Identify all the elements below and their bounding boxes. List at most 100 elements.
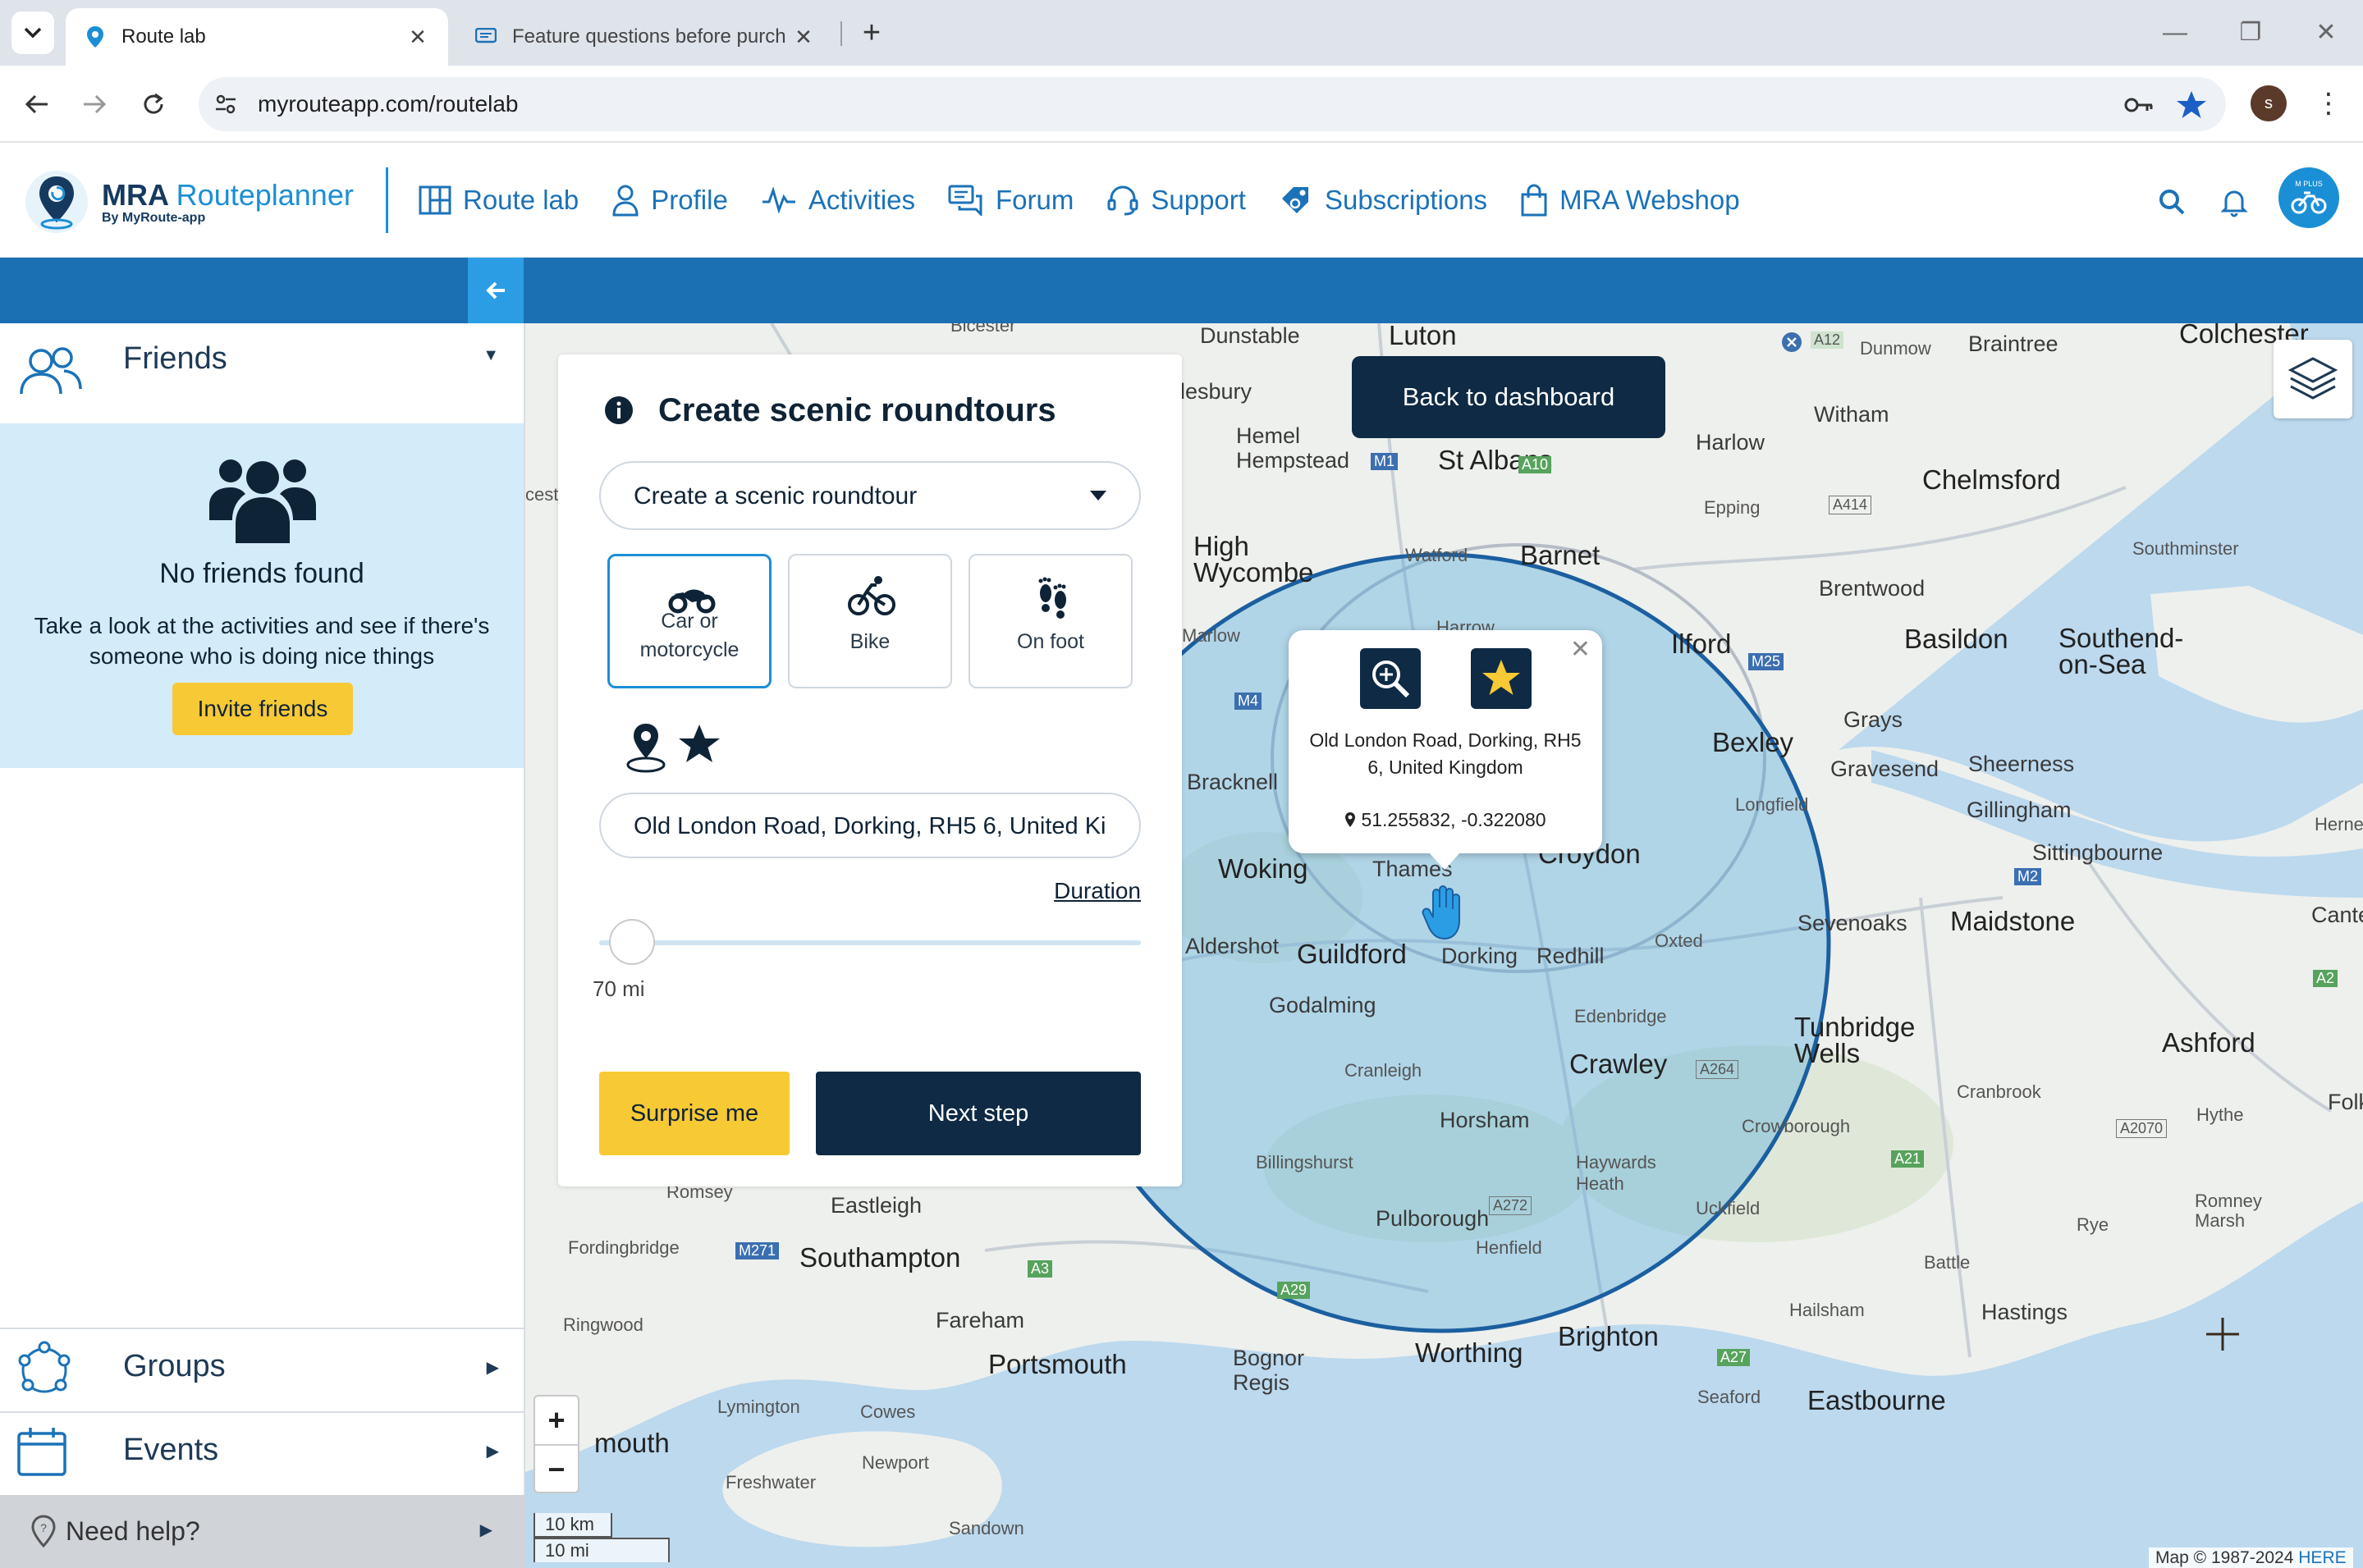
tab-route-lab[interactable]: Route lab ✕ [66, 8, 448, 66]
mra-logo[interactable]: MRA Routeplanner By MyRoute-app [23, 167, 359, 236]
nav-forum[interactable]: Forum [948, 185, 1074, 216]
map-place-label: Chelmsford [1922, 464, 2061, 495]
map-place-label: Brighton [1558, 1321, 1659, 1351]
distance-slider-track[interactable] [599, 940, 1141, 945]
header-divider [386, 167, 388, 233]
road-shield: M4 [1234, 693, 1262, 710]
surprise-me-button[interactable]: Surprise me [599, 1072, 790, 1155]
nav-activities[interactable]: Activities [761, 185, 915, 216]
window-close-icon[interactable]: ✕ [2301, 16, 2351, 49]
collapse-sidebar-button[interactable] [468, 258, 524, 323]
duration-toggle-link[interactable]: Duration [1054, 878, 1141, 904]
map-place-label: Harlow [1696, 430, 1765, 455]
here-link[interactable]: HERE [2298, 1548, 2346, 1567]
caret-right-icon: ▶ [486, 1359, 499, 1377]
vehicle-bike[interactable]: Bike [788, 554, 952, 688]
reload-icon[interactable] [133, 84, 174, 125]
search-icon[interactable] [2155, 185, 2188, 218]
map-place-label: Billingshurst [1256, 1152, 1353, 1173]
info-icon[interactable] [604, 395, 634, 425]
arrow-left-icon [486, 281, 505, 299]
users-group-icon [209, 459, 316, 543]
minimize-icon[interactable]: — [2150, 16, 2200, 49]
tag-icon [1281, 187, 1308, 213]
map-place-label: Worthing [1415, 1337, 1523, 1368]
zoom-in-button[interactable]: + [535, 1397, 578, 1444]
url-bar[interactable]: myrouteapp.com/routelab [199, 77, 2226, 131]
caret-right-icon: ▶ [479, 1521, 492, 1539]
vehicle-car-motorcycle[interactable]: Car or motorcycle [607, 554, 772, 688]
map-place-label: Crowborough [1742, 1116, 1851, 1136]
nav-route-lab[interactable]: Route lab [419, 185, 579, 216]
vehicle-on-foot[interactable]: On foot [969, 554, 1133, 688]
invite-friends-button[interactable]: Invite friends [172, 683, 353, 735]
map-place-label: Southampton [799, 1242, 961, 1273]
map-place-label: Hemel Hempstead [1236, 423, 1350, 473]
motorcycle-badge-icon: M PLUS [2291, 180, 2327, 214]
road-shield: M25 [1748, 653, 1784, 670]
map-place-label: Hastings [1981, 1300, 2068, 1324]
star-icon [1482, 660, 1520, 695]
close-icon[interactable]: ✕ [1570, 635, 1591, 664]
road-shield: A272 [1489, 1196, 1532, 1215]
nav-mra-webshop[interactable]: MRA Webshop [1520, 184, 1740, 217]
map-pin-icon [84, 25, 107, 48]
app-header: MRA Routeplanner By MyRoute-app Route la… [0, 143, 2363, 258]
tab-title: Route lab [121, 25, 206, 48]
zoom-to-location-button[interactable] [1360, 648, 1421, 709]
map-place-label: Bracknell [1187, 770, 1279, 794]
map-place-label: Cowes [860, 1401, 916, 1422]
sidebar: Friends ▼ No friends found Take a look a… [0, 323, 525, 1568]
favourites-star-icon[interactable] [676, 722, 722, 768]
map-place-label: Braintree [1968, 331, 2058, 356]
shopping-bag-icon [1521, 184, 1547, 217]
need-help-row[interactable]: ? Need help? ▶ [0, 1495, 525, 1568]
bell-icon[interactable] [2218, 185, 2251, 218]
caret-right-icon: ▶ [486, 1442, 499, 1461]
browser-tab-strip: Route lab ✕ Feature questions before pur… [0, 0, 2363, 66]
close-icon[interactable]: ✕ [791, 25, 816, 50]
distance-slider-thumb[interactable] [609, 919, 655, 965]
more-menu-icon[interactable]: ⋮ [2315, 84, 2342, 125]
sidebar-events-row[interactable]: Events ▶ [0, 1413, 524, 1495]
password-key-icon[interactable] [2123, 90, 2155, 120]
site-settings-icon[interactable] [210, 89, 241, 120]
tab-feature-questions[interactable]: Feature questions before purch ✕ [456, 8, 834, 66]
back-arrow-icon[interactable] [16, 84, 57, 125]
map-place-label: Southminster [2132, 538, 2239, 559]
nav-support[interactable]: Support [1106, 184, 1246, 217]
map-layers-button[interactable] [2274, 340, 2352, 418]
close-icon[interactable]: ✕ [405, 25, 430, 50]
restore-icon[interactable]: ❐ [2226, 16, 2275, 49]
map-place-label: Ilford [1671, 629, 1732, 659]
map-place-label: Portsmouth [988, 1349, 1127, 1379]
map-pin-marker-icon[interactable] [1781, 331, 1802, 353]
tab-search-button[interactable] [11, 11, 54, 54]
map-place-label: Luton [1389, 323, 1457, 350]
map-place-label: Oxted [1655, 930, 1703, 951]
road-shield: A2 [2313, 970, 2338, 987]
drag-hand-icon[interactable] [1422, 885, 1464, 942]
sidebar-groups-row[interactable]: Groups ▶ [0, 1329, 524, 1411]
nav-profile[interactable]: Profile [611, 184, 728, 217]
tab-separator [840, 21, 842, 46]
favourite-location-button[interactable] [1471, 648, 1532, 709]
browser-profile-avatar[interactable]: s [2251, 85, 2287, 121]
zoom-out-button[interactable]: − [535, 1446, 578, 1493]
map-place-label: Watford [1405, 545, 1468, 565]
sidebar-friends-header[interactable]: Friends ▼ [0, 323, 524, 423]
current-location-pin-icon[interactable] [624, 720, 668, 775]
scale-mi: 10 mi [534, 1538, 670, 1562]
back-to-dashboard-button[interactable]: Back to dashboard [1352, 356, 1665, 438]
roundtour-type-select[interactable]: Create a scenic roundtour [599, 461, 1141, 530]
bookmark-star-icon[interactable] [2175, 89, 2208, 121]
start-location-input[interactable]: Old London Road, Dorking, RH5 6, United … [599, 793, 1141, 858]
logo-subtitle: By MyRoute-app [102, 211, 206, 225]
user-avatar[interactable]: M PLUS [2278, 167, 2339, 228]
forward-arrow-icon[interactable] [74, 84, 115, 125]
road-shield: A10 [1518, 456, 1552, 473]
next-step-button[interactable]: Next step [816, 1072, 1141, 1155]
new-tab-button[interactable]: + [854, 15, 890, 51]
popup-address: Old London Road, Dorking, RH5 6, United … [1309, 729, 1582, 778]
nav-subscriptions[interactable]: Subscriptions [1279, 184, 1487, 217]
